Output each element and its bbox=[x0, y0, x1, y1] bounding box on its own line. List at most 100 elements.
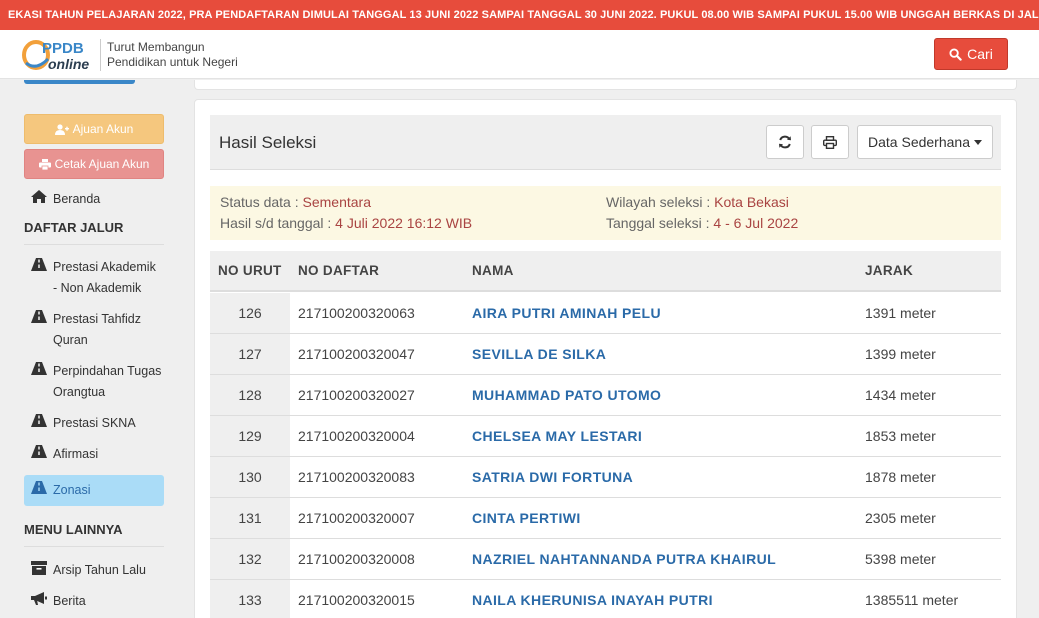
sidebar-item-label: Perpindahan Tugas bbox=[53, 364, 162, 378]
no-urut-cell: 129 bbox=[210, 416, 290, 456]
sidebar-item-label: Berita bbox=[53, 594, 86, 608]
table-row: 133 217100200320015 NAILA KHERUNISA INAY… bbox=[210, 580, 1001, 618]
ppdb-online-logo[interactable]: PPDB online bbox=[22, 37, 98, 73]
nama-link[interactable]: SEVILLA DE SILKA bbox=[472, 334, 606, 374]
daftar-jalur-heading: DAFTAR JALUR bbox=[24, 220, 124, 235]
print-icon bbox=[38, 158, 51, 170]
sidebar-item-label: Beranda bbox=[53, 192, 101, 206]
no-daftar-cell: 217100200320083 bbox=[298, 469, 415, 485]
sidebar-item-afirmasi[interactable]: Afirmasi bbox=[31, 444, 98, 465]
column-header-nama[interactable]: NAMA bbox=[472, 263, 514, 278]
sidebar-item-zonasi[interactable]: Zonasi bbox=[31, 480, 91, 501]
no-urut-cell: 133 bbox=[210, 580, 290, 618]
logo-text-bottom: online bbox=[48, 56, 89, 72]
nama-link[interactable]: AIRA PUTRI AMINAH PELU bbox=[472, 293, 661, 333]
no-daftar-cell: 217100200320047 bbox=[298, 346, 415, 362]
sidebar-item-berita[interactable]: Berita bbox=[31, 591, 86, 612]
sidebar: Ajuan Akun Cetak Ajuan Akun Beranda DAFT… bbox=[0, 80, 185, 618]
results-table-body: 126 217100200320063 AIRA PUTRI AMINAH PE… bbox=[210, 293, 1001, 618]
caret-down-icon bbox=[973, 139, 982, 145]
no-daftar-cell: 217100200320007 bbox=[298, 510, 415, 526]
jarak-cell: 2305 meter bbox=[865, 510, 936, 526]
divider bbox=[24, 546, 164, 547]
jarak-cell: 1434 meter bbox=[865, 387, 936, 403]
nama-link[interactable]: CHELSEA MAY LESTARI bbox=[472, 416, 642, 456]
sidebar-item-label: Prestasi Tahfidz bbox=[53, 312, 142, 326]
nama-link[interactable]: CINTA PERTIWI bbox=[472, 498, 581, 538]
logo-text-top: PPDB bbox=[42, 40, 84, 57]
status-value: Sementara bbox=[302, 194, 371, 210]
tagline-line-1: Turut Membangun bbox=[107, 40, 205, 54]
sidebar-item-prestasi-skna[interactable]: Prestasi SKNA bbox=[31, 413, 136, 434]
sidebar-item-label: Orangtua bbox=[53, 385, 106, 399]
column-header-no-urut[interactable]: NO URUT bbox=[218, 263, 282, 278]
table-row: 131 217100200320007 CINTA PERTIWI 2305 m… bbox=[210, 498, 1001, 539]
divider bbox=[24, 244, 164, 245]
nama-link[interactable]: MUHAMMAD PATO UTOMO bbox=[472, 375, 661, 415]
hasil-tanggal: Hasil s/d tanggal : 4 Juli 2022 16:12 WI… bbox=[220, 215, 472, 231]
sidebar-item-label: Prestasi SKNA bbox=[53, 416, 136, 430]
ajuan-akun-label: Ajuan Akun bbox=[72, 122, 134, 136]
sidebar-item-arsip[interactable]: Arsip Tahun Lalu bbox=[31, 560, 146, 581]
data-view-dropdown[interactable]: Data Sederhana bbox=[857, 125, 993, 159]
page-title: Hasil Seleksi bbox=[219, 133, 317, 152]
print-button[interactable] bbox=[811, 125, 849, 159]
no-daftar-cell: 217100200320063 bbox=[298, 305, 415, 321]
no-urut-cell: 131 bbox=[210, 498, 290, 538]
wilayah-label: Wilayah seleksi : bbox=[606, 194, 715, 210]
tanggal-seleksi: Tanggal seleksi : 4 - 6 Jul 2022 bbox=[606, 215, 798, 231]
bullhorn-icon bbox=[31, 591, 47, 612]
table-header: NO URUT NO DAFTAR NAMA JARAK bbox=[210, 251, 1001, 292]
results-card-header: Hasil Seleksi Data Sederhana bbox=[210, 115, 1001, 170]
road-icon bbox=[31, 257, 47, 299]
archive-icon bbox=[31, 560, 47, 581]
sidebar-item-perpindahan-tugas[interactable]: Perpindahan Tugas Orangtua bbox=[31, 361, 161, 403]
sidebar-item-label: Quran bbox=[53, 333, 88, 347]
nama-link[interactable]: SATRIA DWI FORTUNA bbox=[472, 457, 633, 497]
sidebar-item-prestasi-akademik[interactable]: Prestasi Akademik - Non Akademik bbox=[31, 257, 156, 299]
home-icon bbox=[31, 189, 47, 210]
road-icon bbox=[31, 361, 47, 403]
cetak-ajuan-akun-button[interactable]: Cetak Ajuan Akun bbox=[24, 149, 164, 179]
ajuan-akun-button[interactable]: Ajuan Akun bbox=[24, 114, 164, 144]
column-header-no-daftar[interactable]: NO DAFTAR bbox=[298, 263, 379, 278]
road-icon bbox=[31, 413, 47, 434]
column-header-jarak[interactable]: JARAK bbox=[865, 263, 913, 278]
nama-link[interactable]: NAILA KHERUNISA INAYAH PUTRI bbox=[472, 580, 713, 618]
sidebar-item-label: - Non Akademik bbox=[53, 281, 142, 295]
search-button-label: Cari bbox=[967, 46, 993, 62]
tanggal-value: 4 - 6 Jul 2022 bbox=[713, 215, 799, 231]
road-icon bbox=[31, 309, 47, 351]
top-header: PPDB online Turut Membangun Pendidikan u… bbox=[0, 30, 1039, 79]
table-row: 130 217100200320083 SATRIA DWI FORTUNA 1… bbox=[210, 457, 1001, 498]
jarak-cell: 5398 meter bbox=[865, 551, 936, 567]
road-icon bbox=[31, 480, 47, 501]
search-button[interactable]: Cari bbox=[934, 38, 1008, 70]
table-row: 132 217100200320008 NAZRIEL NAHTANNANDA … bbox=[210, 539, 1001, 580]
sidebar-item-label: Prestasi Akademik bbox=[53, 260, 156, 274]
jarak-cell: 1399 meter bbox=[865, 346, 936, 362]
refresh-icon bbox=[779, 135, 791, 149]
hasil-label: Hasil s/d tanggal : bbox=[220, 215, 336, 231]
no-daftar-cell: 217100200320008 bbox=[298, 551, 415, 567]
wilayah-seleksi: Wilayah seleksi : Kota Bekasi bbox=[606, 194, 789, 210]
no-urut-cell: 128 bbox=[210, 375, 290, 415]
sidebar-top-button-partial[interactable] bbox=[24, 80, 135, 84]
sidebar-item-label: Arsip Tahun Lalu bbox=[53, 563, 146, 577]
sidebar-item-label: Zonasi bbox=[53, 483, 91, 497]
no-urut-cell: 126 bbox=[210, 293, 290, 333]
menu-lainnya-heading: MENU LAINNYA bbox=[24, 522, 123, 537]
no-daftar-cell: 217100200320027 bbox=[298, 387, 415, 403]
jarak-cell: 1853 meter bbox=[865, 428, 936, 444]
sidebar-item-beranda[interactable]: Beranda bbox=[31, 189, 100, 210]
wilayah-value: Kota Bekasi bbox=[714, 194, 789, 210]
jarak-cell: 1385511 meter bbox=[865, 592, 959, 608]
refresh-button[interactable] bbox=[766, 125, 804, 159]
no-daftar-cell: 217100200320004 bbox=[298, 428, 415, 444]
previous-panel bbox=[194, 80, 1017, 90]
sidebar-item-prestasi-tahfidz[interactable]: Prestasi Tahfidz Quran bbox=[31, 309, 141, 351]
sidebar-item-label: Afirmasi bbox=[53, 447, 99, 461]
announcement-marquee: EKASI TAHUN PELAJARAN 2022, PRA PENDAFTA… bbox=[0, 0, 1039, 30]
table-row: 127 217100200320047 SEVILLA DE SILKA 139… bbox=[210, 334, 1001, 375]
nama-link[interactable]: NAZRIEL NAHTANNANDA PUTRA KHAIRUL bbox=[472, 539, 776, 579]
